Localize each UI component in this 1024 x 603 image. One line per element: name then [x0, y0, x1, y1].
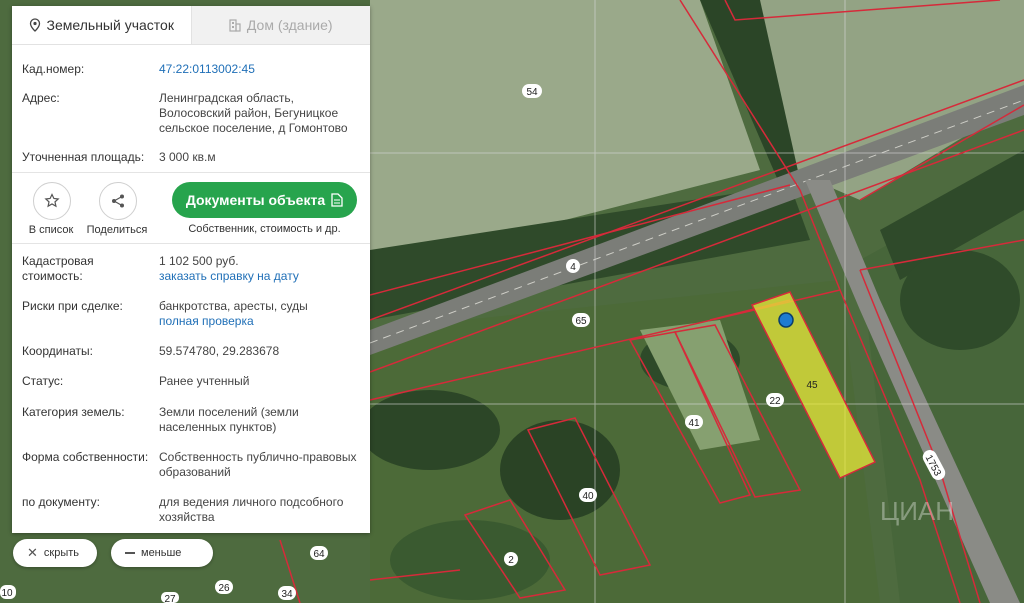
- parcel-label: 4: [570, 262, 576, 273]
- add-to-list-button[interactable]: [33, 182, 71, 220]
- field-label: Адрес:: [22, 91, 60, 105]
- share-label: Поделиться: [86, 224, 148, 236]
- field-label: Кад.номер:: [22, 62, 85, 76]
- cadastral-number-row: Кад.номер: 47:22:0113002:45: [22, 62, 360, 77]
- divider: [12, 243, 370, 244]
- field-label: по документу:: [22, 495, 100, 509]
- value-line: хозяйства: [159, 510, 215, 524]
- address-line: сельское поселение, д Гомонтово: [159, 121, 348, 135]
- tab-label: Дом (здание): [246, 17, 333, 33]
- coordinates-row: Координаты: 59.574780, 29.283678: [22, 344, 360, 359]
- document-row: по документу: для ведения личного подсоб…: [22, 495, 360, 525]
- divider: [12, 172, 370, 173]
- parcel-label: 41: [688, 418, 700, 429]
- watermark: ЦИАН: [880, 496, 954, 526]
- minus-icon: [125, 552, 135, 554]
- ownership-value: Собственность публично-правовых образова…: [159, 450, 360, 480]
- building-icon: [229, 18, 241, 32]
- tab-land-plot[interactable]: Земельный участок: [12, 6, 191, 44]
- add-to-list-label: В список: [28, 224, 74, 236]
- document-icon: [331, 193, 343, 207]
- field-label: Риски при сделке:: [22, 299, 123, 313]
- parcel-label: 40: [582, 491, 594, 502]
- documents-note: Собственник, стоимость и др.: [188, 223, 341, 235]
- field-label: Форма собственности:: [22, 450, 149, 464]
- order-certificate-link[interactable]: заказать справку на дату: [159, 269, 360, 284]
- location-marker[interactable]: [778, 312, 794, 328]
- ownership-row: Форма собственности: Собственность публи…: [22, 450, 360, 480]
- value-line: образований: [159, 465, 231, 479]
- parcel-label: 54: [526, 87, 538, 98]
- value-line: населенных пунктов): [159, 420, 277, 434]
- share-button[interactable]: [99, 182, 137, 220]
- area-value: 3 000 кв.м: [159, 150, 216, 164]
- field-label: Категория земель:: [22, 405, 125, 419]
- pin-icon: [29, 18, 40, 32]
- tab-building[interactable]: Дом (здание): [190, 6, 370, 44]
- documents-button-label: Документы объекта: [185, 192, 326, 208]
- field-label: Статус:: [22, 374, 64, 388]
- risks-text: банкротства, аресты, суды: [159, 299, 308, 313]
- hide-label: скрыть: [43, 547, 80, 559]
- parcel-label: 10: [1, 588, 13, 599]
- label-line: стоимость:: [22, 269, 83, 283]
- status-row: Статус: Ранее учтенный: [22, 374, 360, 389]
- field-label: Координаты:: [22, 344, 93, 358]
- cost-value: 1 102 500 руб. заказать справку на дату: [159, 254, 360, 284]
- address-line: Ленинградская область,: [159, 91, 295, 105]
- less-label: меньше: [141, 547, 182, 559]
- field-label: Кадастровая стоимость:: [22, 254, 159, 284]
- parcel-label: 65: [575, 316, 587, 327]
- document-value: для ведения личного подсобного хозяйства: [159, 495, 360, 525]
- parcel-label: 26: [218, 583, 230, 594]
- cadastral-cost-row: Кадастровая стоимость: 1 102 500 руб. за…: [22, 254, 360, 284]
- object-documents-button[interactable]: Документы объекта: [172, 182, 357, 218]
- parcel-label: 45: [806, 380, 818, 391]
- parcel-label: 34: [281, 589, 293, 600]
- value-line: для ведения личного подсобного: [159, 495, 344, 509]
- label-line: Кадастровая: [22, 254, 94, 268]
- hide-panel-button[interactable]: ✕ скрыть: [13, 539, 97, 567]
- share-icon: [112, 194, 124, 208]
- risks-value: банкротства, аресты, суды полная проверк…: [159, 299, 360, 329]
- parcel-label: 27: [164, 594, 176, 603]
- panel-tabs: Земельный участок Дом (здание): [12, 6, 370, 45]
- address-line: Волосовский район, Бегуницкое: [159, 106, 339, 120]
- field-label: Уточненная площадь:: [22, 150, 145, 164]
- less-button[interactable]: меньше: [111, 539, 213, 567]
- address-row: Адрес: Ленинградская область, Волосовски…: [22, 91, 360, 136]
- parcel-label: 22: [769, 396, 781, 407]
- tab-label: Земельный участок: [46, 17, 174, 33]
- value-line: Собственность публично-правовых: [159, 450, 357, 464]
- land-category-value: Земли поселений (земли населенных пункто…: [159, 405, 360, 435]
- risks-row: Риски при сделке: банкротства, аресты, с…: [22, 299, 360, 329]
- land-category-row: Категория земель: Земли поселений (земли…: [22, 405, 360, 435]
- cadastral-number-link[interactable]: 47:22:0113002:45: [159, 62, 360, 77]
- area-row: Уточненная площадь: 3 000 кв.м: [22, 150, 360, 165]
- parcel-info-panel: Земельный участок Дом (здание) Кад.номер…: [12, 6, 370, 533]
- coordinates-value: 59.574780, 29.283678: [159, 344, 280, 358]
- address-value: Ленинградская область, Волосовский район…: [159, 91, 360, 136]
- full-check-link[interactable]: полная проверка: [159, 314, 360, 329]
- value-line: Земли поселений (земли: [159, 405, 299, 419]
- parcel-label: 2: [508, 555, 514, 566]
- star-icon: [44, 193, 60, 208]
- close-icon: ✕: [27, 545, 38, 560]
- cost-amount: 1 102 500 руб.: [159, 254, 239, 268]
- parcel-label: 64: [313, 549, 325, 560]
- status-value: Ранее учтенный: [159, 374, 250, 388]
